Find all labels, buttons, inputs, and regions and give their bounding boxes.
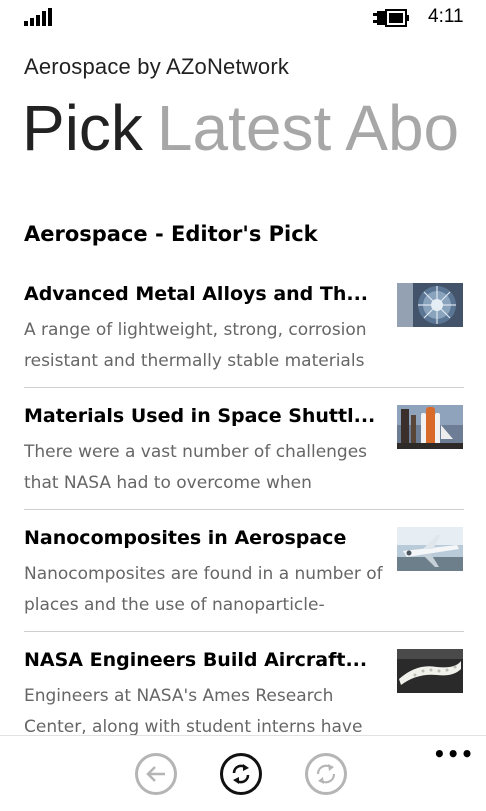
more-options-button[interactable]: ••• bbox=[433, 742, 474, 766]
article-thumbnail bbox=[397, 405, 463, 449]
battery-charging-icon bbox=[373, 9, 409, 27]
article-snippet: Engineers at NASA's Ames Research Center… bbox=[24, 686, 363, 737]
pivot-item-latest[interactable]: Latest bbox=[157, 92, 331, 164]
sync-icon bbox=[316, 764, 336, 784]
back-button[interactable] bbox=[135, 753, 177, 795]
refresh-icon bbox=[232, 764, 250, 784]
list-divider bbox=[24, 631, 464, 632]
pivot-item-pick[interactable]: Pick bbox=[22, 92, 143, 164]
article-thumbnail bbox=[397, 649, 463, 693]
pivot-header: Pick Latest Abo bbox=[22, 88, 486, 168]
article-title: NASA Engineers Build Aircraft... bbox=[24, 649, 368, 671]
refresh-button[interactable] bbox=[220, 753, 262, 795]
article-snippet: Nanocomposites are found in a number of … bbox=[24, 564, 383, 615]
section-title: Aerospace - Editor's Pick bbox=[24, 222, 318, 246]
article-thumbnail bbox=[397, 283, 463, 327]
application-bar: ••• bbox=[0, 735, 486, 811]
status-bar: 4:11 bbox=[0, 0, 486, 34]
list-divider bbox=[24, 509, 464, 510]
article-title: Nanocomposites in Aerospace bbox=[24, 527, 347, 549]
article-title: Advanced Metal Alloys and Th... bbox=[24, 283, 369, 305]
article-snippet: A range of lightweight, strong, corrosio… bbox=[24, 320, 367, 371]
article-title: Materials Used in Space Shuttl... bbox=[24, 405, 376, 427]
pivot-item-about[interactable]: Abo bbox=[345, 92, 459, 164]
article-snippet: There were a vast number of challenges t… bbox=[24, 442, 368, 493]
article-item[interactable]: Nanocomposites in Aerospace Nanocomposit… bbox=[24, 527, 464, 645]
article-item[interactable]: Materials Used in Space Shuttl... There … bbox=[24, 405, 464, 523]
signal-strength-icon bbox=[24, 8, 52, 26]
sync-button[interactable] bbox=[305, 753, 347, 795]
list-divider bbox=[24, 387, 464, 388]
back-arrow-icon bbox=[146, 766, 165, 782]
article-item[interactable]: Advanced Metal Alloys and Th... A range … bbox=[24, 283, 464, 401]
clock: 4:11 bbox=[428, 6, 464, 27]
app-title: Aerospace by AZoNetwork bbox=[24, 54, 290, 79]
article-thumbnail bbox=[397, 527, 463, 571]
